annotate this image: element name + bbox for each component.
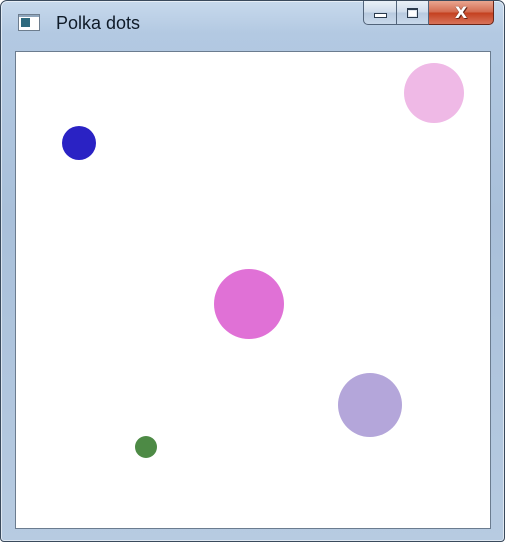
light-pink-dot	[404, 63, 464, 123]
application-window-icon[interactable]	[18, 14, 40, 31]
navy-dot	[62, 126, 96, 160]
app-window: Polka dots X	[0, 0, 505, 542]
minimize-icon	[373, 13, 387, 18]
maximize-icon	[407, 7, 418, 18]
title-bar[interactable]: Polka dots X	[1, 1, 504, 47]
lavender-dot	[338, 373, 402, 437]
green-dot	[135, 436, 157, 458]
magenta-dot	[214, 269, 284, 339]
minimize-button[interactable]	[363, 1, 397, 25]
caption-buttons: X	[363, 1, 494, 25]
close-icon: X	[454, 2, 468, 22]
maximize-button[interactable]	[397, 1, 429, 25]
window-title: Polka dots	[56, 13, 141, 33]
polka-dots-canvas[interactable]	[15, 51, 491, 529]
dots-drawing	[62, 63, 464, 458]
close-button[interactable]: X	[429, 1, 494, 25]
